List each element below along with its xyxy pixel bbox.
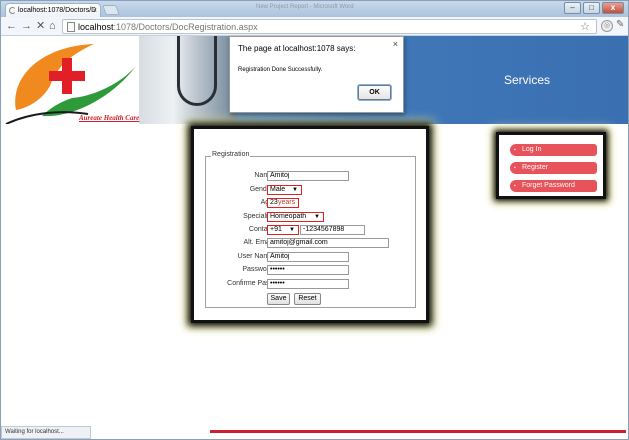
- maximize-button[interactable]: □: [583, 2, 600, 14]
- gender-select[interactable]: Male ▼: [267, 185, 302, 195]
- ok-button[interactable]: OK: [358, 85, 391, 100]
- country-code-select[interactable]: +91 ▼: [267, 225, 299, 235]
- window-title: New Project Report - Microsoft Word: [256, 4, 354, 10]
- browser-tab[interactable]: localhost:1078/Doctors/D ×: [5, 3, 101, 17]
- dropdown-arrow-icon: ▼: [314, 214, 320, 220]
- country-code-value: +91: [270, 226, 282, 233]
- browser-window: localhost:1078/Doctors/D × New Project R…: [0, 0, 629, 440]
- password-row: Password: ••••••: [206, 265, 415, 277]
- extension-icon[interactable]: ◎: [601, 20, 613, 32]
- services-link[interactable]: Services: [504, 73, 550, 87]
- username-input[interactable]: Amitoj: [267, 252, 349, 262]
- speciality-row: Speciality: Homeopath ▼: [206, 212, 415, 224]
- alert-dialog: The page at localhost:1078 says: × Regis…: [229, 36, 404, 113]
- speciality-select[interactable]: Homeopath ▼: [267, 212, 324, 222]
- brand-name: Aureate Health Care: [79, 114, 140, 122]
- username-row: User Name: Amitoj: [206, 252, 415, 264]
- window-controls: – □ x: [564, 2, 624, 14]
- alert-title: The page at localhost:1078 says:: [238, 44, 356, 53]
- save-button[interactable]: Save: [267, 293, 290, 305]
- close-window-button[interactable]: x: [602, 2, 624, 14]
- new-tab-button[interactable]: [102, 5, 120, 15]
- tab-close-icon[interactable]: ×: [92, 4, 97, 17]
- gender-row: Gender: Male ▼: [206, 185, 415, 197]
- bookmark-star-icon[interactable]: ☆: [580, 20, 590, 33]
- stop-icon[interactable]: ✕: [36, 19, 45, 33]
- dropdown-arrow-icon: ▼: [289, 227, 295, 233]
- contact-row: Contact: +91 ▼ -1234567898: [206, 225, 415, 237]
- status-bar: Waiting for localhost...: [1, 426, 91, 439]
- form-actions: Save Reset: [206, 293, 415, 305]
- alt-email-input[interactable]: amitoj@gmail.com: [267, 238, 389, 248]
- alert-close-icon[interactable]: ×: [393, 39, 398, 49]
- back-icon[interactable]: ←: [6, 19, 17, 33]
- page-icon: [67, 22, 75, 32]
- menu-item-forget-password[interactable]: Forget Password: [510, 180, 597, 192]
- address-bar[interactable]: localhost:1078/Doctors/DocRegistration.a…: [62, 19, 597, 34]
- stethoscope-image: [177, 36, 217, 106]
- alert-message: Registration Done Successfully.: [238, 67, 323, 73]
- url-host: localhost: [78, 22, 114, 32]
- reset-button[interactable]: Reset: [294, 293, 321, 305]
- tab-strip: localhost:1078/Doctors/D × New Project R…: [1, 1, 628, 17]
- site-logo: [2, 36, 139, 125]
- registration-panel: Registration Name: Amitoj Gender: Male ▼…: [191, 126, 429, 323]
- age-value: 23: [270, 199, 278, 206]
- wrench-icon[interactable]: ✎: [616, 19, 624, 30]
- minimize-button[interactable]: –: [564, 2, 581, 14]
- tab-title: localhost:1078/Doctors/D: [18, 7, 97, 14]
- name-row: Name: Amitoj: [206, 171, 415, 183]
- confirm-password-row: Confirme Pass: ••••••: [206, 279, 415, 291]
- url-text: localhost:1078/Doctors/DocRegistration.a…: [78, 21, 258, 33]
- registration-legend: Registration: [211, 151, 251, 158]
- gender-value: Male: [270, 186, 286, 193]
- side-menu: Log In Register Forget Password: [496, 132, 606, 199]
- age-unit: years: [278, 199, 296, 206]
- password-input[interactable]: ••••••: [267, 265, 349, 275]
- speciality-value: Homeopath: [270, 213, 307, 220]
- loading-icon: [9, 7, 16, 14]
- confirm-password-input[interactable]: ••••••: [267, 279, 349, 289]
- age-row: Age: 23 years: [206, 198, 415, 210]
- contact-number-input[interactable]: -1234567898: [300, 225, 365, 235]
- url-path: :1078/Doctors/DocRegistration.aspx: [113, 22, 258, 32]
- home-icon[interactable]: ⌂: [49, 19, 56, 33]
- menu-item-register[interactable]: Register: [510, 162, 597, 174]
- alt-email-row: Alt. Email: amitoj@gmail.com: [206, 238, 415, 250]
- logo-graphic: [5, 44, 136, 125]
- menu-item-login[interactable]: Log In: [510, 144, 597, 156]
- footer-divider: [210, 430, 626, 433]
- name-input[interactable]: Amitoj: [267, 171, 349, 181]
- forward-icon[interactable]: →: [21, 19, 32, 33]
- dropdown-arrow-icon: ▼: [292, 187, 298, 193]
- registration-fieldset: Registration Name: Amitoj Gender: Male ▼…: [205, 151, 416, 308]
- browser-toolbar: ← → ✕ ⌂ localhost:1078/Doctors/DocRegist…: [1, 17, 628, 36]
